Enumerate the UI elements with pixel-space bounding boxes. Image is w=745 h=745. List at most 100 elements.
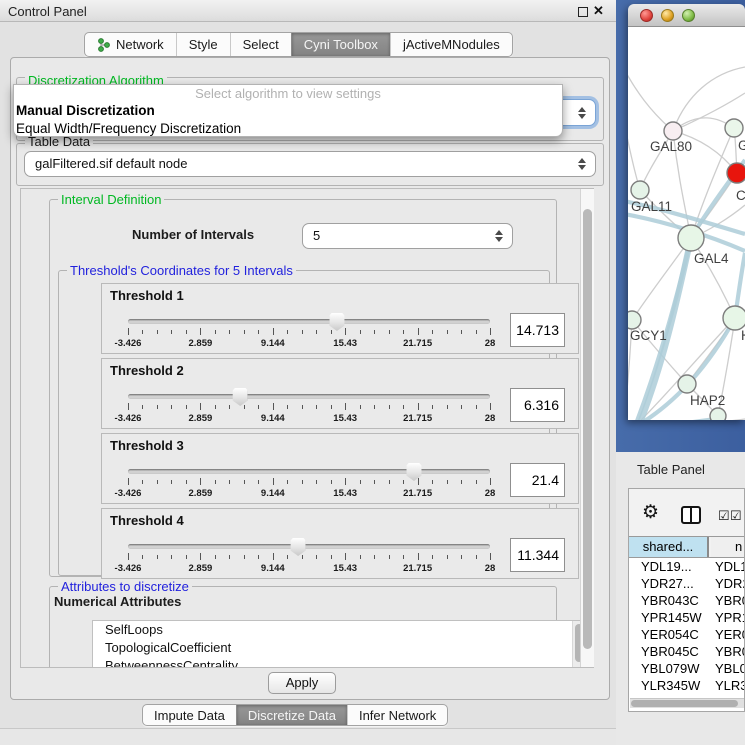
interval-definition-title: Interval Definition [58,192,164,207]
network-node-ga[interactable] [725,119,743,137]
column-header-name[interactable]: n [711,537,745,557]
tab-cyni-toolbox[interactable]: Cyni Toolbox [291,33,390,56]
thresholds-title: Threshold's Coordinates for 5 Intervals [67,263,296,278]
tab-infer-network-label: Infer Network [359,708,436,723]
threshold-slider[interactable]: -3.4262.8599.14415.4321.71528 [128,464,490,504]
status-strip [0,728,616,745]
tab-style[interactable]: Style [176,33,230,56]
network-node[interactable] [710,408,726,420]
threshold-label: Threshold 1 [110,288,184,303]
numerical-attributes-list[interactable]: SelfLoopsTopologicalCoefficientBetweenne… [92,620,586,668]
thresholds-group: Threshold's Coordinates for 5 Intervals … [58,270,550,576]
network-node-h[interactable] [723,306,745,330]
table-row[interactable]: YDR27...YDR2 [629,575,744,592]
float-window-icon[interactable] [578,7,588,17]
threshold-panel-4: Threshold 4-3.4262.8599.14415.4321.71528… [101,508,579,579]
node-label: GA [738,138,745,153]
tab-impute-data[interactable]: Impute Data [143,705,236,725]
close-icon[interactable]: ✕ [593,3,604,19]
tab-style-label: Style [189,37,218,52]
select-columns-icon[interactable]: ☑ [718,508,730,524]
table-panel-title: Table Panel [637,462,705,477]
cell-name: YER0 [715,626,745,643]
table-data-combobox[interactable]: galFiltered.sif default node [24,151,596,177]
threshold-slider[interactable]: -3.4262.8599.14415.4321.71528 [128,389,490,429]
threshold-label: Threshold 3 [110,438,184,453]
slider-track[interactable] [128,319,490,324]
tab-select[interactable]: Select [230,33,291,56]
tab-impute-data-label: Impute Data [154,708,225,723]
threshold-value-box[interactable]: 6.316 [510,388,565,422]
network-canvas[interactable]: GAL80GACGAL11GAL4GCY1HHAP2 [628,27,745,420]
table-row[interactable]: YBL079WYBL0 [629,660,744,677]
slider-ticks [128,478,490,486]
tab-discretize-data[interactable]: Discretize Data [236,705,347,725]
cell-name: YBR0 [715,592,745,609]
zoom-traffic-light-icon[interactable] [682,9,695,22]
table-row[interactable]: YLR345WYLR3 [629,677,744,694]
close-traffic-light-icon[interactable] [640,9,653,22]
slider-track[interactable] [128,469,490,474]
panel-title: Control Panel [8,4,87,19]
settings-scrollbar[interactable] [580,189,594,667]
network-node-gcy1[interactable] [628,311,641,329]
table-horizontal-scrollbar[interactable] [630,698,745,708]
slider-track[interactable] [128,544,490,549]
cell-shared-name: YDR27... [641,575,694,592]
tab-network[interactable]: Network [85,33,176,56]
tab-cyni-toolbox-label: Cyni Toolbox [304,37,378,52]
node-label: H [741,328,745,343]
attributes-title: Attributes to discretize [58,579,192,594]
minimize-traffic-light-icon[interactable] [661,9,674,22]
slider-track[interactable] [128,394,490,399]
algorithm-dropdown-popup: Select algorithm to view settings Manual… [13,84,563,137]
table-row[interactable]: YPR145WYPR1 [629,609,744,626]
network-node-labels: GAL80GACGAL11GAL4GCY1HHAP2 [630,138,745,408]
threshold-value-box[interactable]: 21.4 [510,463,565,497]
interval-definition-group: Interval Definition Number of Intervals … [49,199,557,577]
attribute-list-item[interactable]: SelfLoops [93,621,585,639]
slider-ticks [128,403,490,411]
table-row[interactable]: YBR045CYBR0 [629,643,744,660]
table-row[interactable]: YER054CYER0 [629,626,744,643]
attribute-list-item[interactable]: TopologicalCoefficient [93,639,585,657]
dropdown-option-manual[interactable]: Manual Discretization [14,102,562,120]
network-node-c[interactable] [727,163,745,183]
column-layout-icon[interactable] [681,506,701,524]
num-intervals-label: Number of Intervals [132,227,254,242]
network-node-gal4[interactable] [678,225,704,251]
threshold-value-box[interactable]: 11.344 [510,538,565,572]
attribute-list-item[interactable]: BetweennessCentrality [93,657,585,668]
network-node-gal11[interactable] [631,181,649,199]
table-rows: YDL19...YDL1YDR27...YDR2YBR043CYBR0YPR14… [629,558,744,711]
network-node-hap2[interactable] [678,375,696,393]
table-row[interactable]: YDL19...YDL1 [629,558,744,575]
threshold-slider[interactable]: -3.4262.8599.14415.4321.71528 [128,314,490,354]
table-row[interactable]: YBR043C YBR0 [629,592,744,609]
attributes-group: Attributes to discretize Numerical Attri… [49,586,557,668]
cell-shared-name: YPR145W [641,609,702,626]
node-label: GAL11 [631,199,672,214]
network-node-gal80[interactable] [664,122,682,140]
cell-name: YBL0 [715,660,745,677]
network-window: GAL80GACGAL11GAL4GCY1HHAP2 [628,4,745,420]
tab-select-label: Select [243,37,279,52]
apply-button[interactable]: Apply [268,672,336,694]
num-intervals-combobox[interactable]: 5 [302,223,513,249]
column-header-shared-name[interactable]: shared... [629,537,709,557]
dropdown-hint: Select algorithm to view settings [14,85,562,102]
select-all-columns-icon[interactable]: ☑ [730,508,742,524]
node-label: HAP2 [690,393,725,408]
threshold-slider[interactable]: -3.4262.8599.14415.4321.71528 [128,539,490,579]
cell-shared-name: YBR043C [641,592,699,609]
slider-tick-labels: -3.4262.8599.14415.4321.71528 [128,338,490,350]
tab-jactivemnodules[interactable]: jActiveMNodules [390,33,512,56]
desktop-background: GAL80GACGAL11GAL4GCY1HHAP2 [616,0,745,452]
settings-gear-icon[interactable]: ⚙ [642,501,659,524]
slider-tick-labels: -3.4262.8599.14415.4321.71528 [128,563,490,575]
tab-infer-network[interactable]: Infer Network [347,705,447,725]
node-table: ⚙ ☑ ☑ shared... n YDL19...YDL1YDR27...YD… [628,488,745,712]
node-label: C [736,188,745,203]
threshold-value-box[interactable]: 14.713 [510,313,565,347]
dropdown-option-equal-width[interactable]: Equal Width/Frequency Discretization [14,120,562,138]
